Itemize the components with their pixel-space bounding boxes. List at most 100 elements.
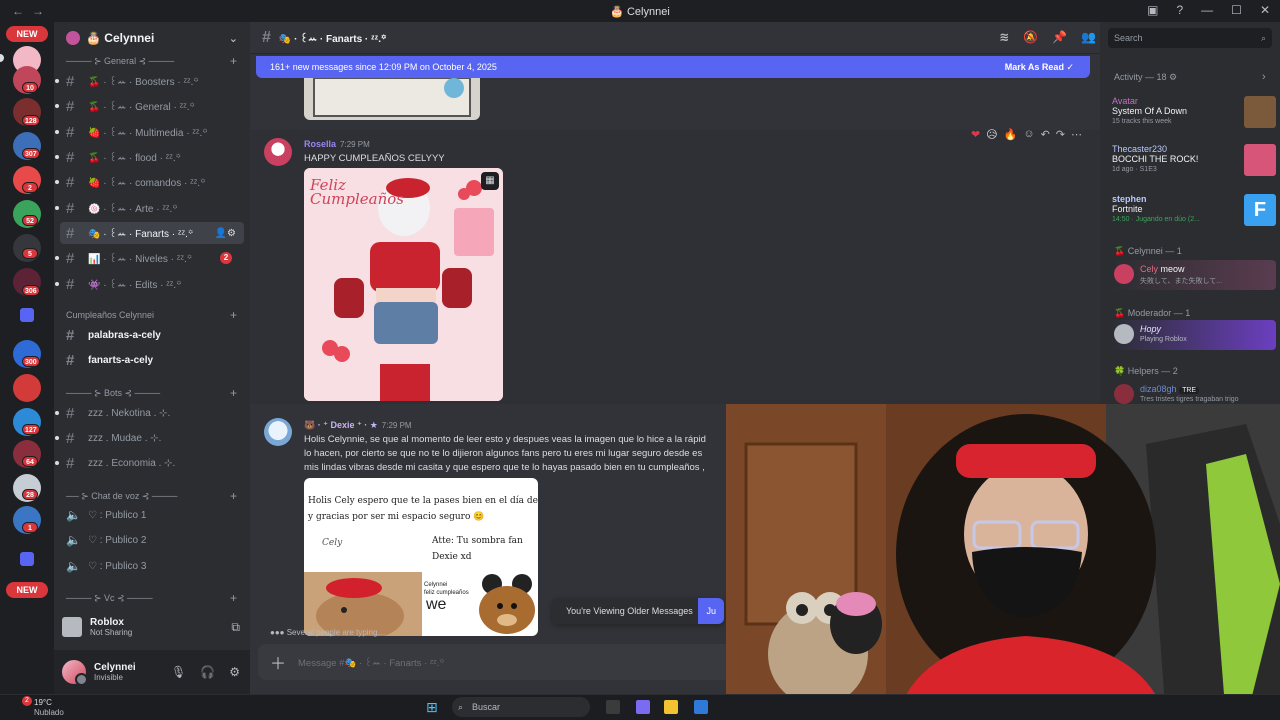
add-channel-icon[interactable]: + xyxy=(230,54,237,68)
close-button[interactable]: ✕ xyxy=(1260,3,1270,17)
gallery-icon[interactable]: ▦ xyxy=(481,172,499,190)
headphones-icon[interactable]: 🎧 xyxy=(200,665,215,679)
windows-start-icon[interactable]: ⊞ xyxy=(426,699,442,715)
older-messages-banner: You're Viewing Older Messages Ju xyxy=(552,598,724,624)
minimize-button[interactable]: — xyxy=(1201,3,1213,17)
gear-icon[interactable]: ⚙ xyxy=(229,665,240,679)
category-bots[interactable]: ──── ⊱ Bots ⊰ ──── + xyxy=(66,386,237,400)
maximize-button[interactable]: ☐ xyxy=(1231,3,1242,17)
voice-channel-publico-3[interactable]: 🔈 ♡ : Publico 3 xyxy=(60,555,244,577)
channel-settings-icons[interactable]: 👤⚙ xyxy=(215,228,236,239)
member-item[interactable]: Cely meow 失敗して、また失敗して... xyxy=(1110,260,1276,290)
letter-signature: Atte: Tu sombra fan xyxy=(432,536,523,546)
speaker-icon: 🔈 xyxy=(66,508,81,522)
channel-arte[interactable]: # 🍥 · ꒰ꕀ · Arte · ᶻᶻ.꙳ xyxy=(55,197,244,219)
message-author[interactable]: 🐻 · ⁺ Dexie ⁺ · ★ 7:29 PM xyxy=(304,420,412,431)
channel-general[interactable]: # 🍒 · ꒰ꕀ · General · ᶻᶻ.꙳ xyxy=(55,95,244,117)
guild-header[interactable]: 🎂 Celynnei ⌄ xyxy=(54,22,250,54)
task-view-icon[interactable] xyxy=(606,700,620,714)
member-list-icon[interactable]: 👥 xyxy=(1081,30,1096,44)
fire-reaction-icon[interactable]: 🔥 xyxy=(1004,128,1018,141)
user-panel: Celynnei Invisible 🎙 🎧 ⚙ xyxy=(54,650,250,694)
window-title: 🎂 Celynnei xyxy=(610,6,670,18)
member-name-text: diza08gh xyxy=(1140,384,1177,394)
file-explorer-icon[interactable] xyxy=(664,700,678,714)
add-reaction-icon[interactable]: ☺ xyxy=(1023,128,1034,141)
sad-reaction-icon[interactable]: 😥 xyxy=(986,128,997,141)
channel-label: 🍥 · ꒰ꕀ · Arte · ᶻᶻ.꙳ xyxy=(88,204,178,215)
folder-icon[interactable] xyxy=(20,308,34,322)
unread-dot xyxy=(55,104,59,108)
previous-image-attachment[interactable] xyxy=(304,77,480,120)
server-icon[interactable] xyxy=(13,374,41,402)
new-messages-bar[interactable]: 161+ new messages since 12:09 PM on Octo… xyxy=(256,56,1090,78)
new-unreads-pill-top[interactable]: NEW xyxy=(6,26,48,42)
channel-comandos[interactable]: # 🍓 · ꒰ꕀ · comandos · ᶻᶻ.꙳ xyxy=(55,171,244,193)
voice-channel-publico-2[interactable]: 🔈 ♡ : Publico 2 xyxy=(60,529,244,551)
channel-multimedia[interactable]: # 🍓 · ꒰ꕀ · Multimedia · ᶻᶻ.꙳ xyxy=(55,121,244,143)
channel-economia[interactable]: # zzz . Economia . ⊹. xyxy=(55,452,244,474)
forward-icon[interactable]: ↷ xyxy=(1056,128,1065,141)
channel-flood[interactable]: # 🍒 · ꒰ꕀ · flood · ᶻᶻ.꙳ xyxy=(55,146,244,168)
microphone-icon[interactable]: 🎙 xyxy=(171,665,186,679)
add-attachment-icon[interactable]: ＋ xyxy=(258,650,298,674)
avatar[interactable] xyxy=(264,138,292,166)
new-unreads-pill-bottom[interactable]: NEW xyxy=(6,582,48,598)
guild-icon xyxy=(66,31,80,45)
role-group-label: Helpers — 2 xyxy=(1127,366,1178,376)
add-channel-icon[interactable]: + xyxy=(230,489,237,503)
weather-widget[interactable]: 2 19°C Nublado xyxy=(14,696,64,718)
mention-badge: 2 xyxy=(22,182,38,193)
store-icon[interactable] xyxy=(694,700,708,714)
category-cumple[interactable]: Cumpleaños Celynnei + xyxy=(66,308,237,322)
threads-icon[interactable]: ≋ xyxy=(999,30,1009,44)
channel-boosters[interactable]: # 🍒 · ꒰ꕀ · Boosters · ᶻᶻ.꙳ xyxy=(55,70,244,92)
search-input[interactable]: Search ⌕ xyxy=(1108,28,1272,48)
message-author[interactable]: Rosella 7:29 PM xyxy=(304,139,370,149)
channel-fanarts[interactable]: # 🎭 · ꒰ꕀ · Fanarts · ᶻᶻ.꙳ 👤⚙ xyxy=(60,222,244,244)
avatar[interactable] xyxy=(62,660,88,686)
taskbar-search[interactable]: ⌕ Buscar xyxy=(452,697,590,717)
channel-palabras-a-cely[interactable]: # palabras-a-cely xyxy=(60,324,244,346)
avatar xyxy=(1114,324,1134,344)
mention-badge: 300 xyxy=(22,356,40,367)
letter-image[interactable]: Holis Cely espero que te la pases bien e… xyxy=(304,478,538,636)
fanart-image[interactable]: Feliz Cumpleaños ▦ xyxy=(304,168,503,401)
notification-bell-icon[interactable]: 🔕 xyxy=(1023,30,1038,44)
channel-edits[interactable]: # 👾 · ꒰ꕀ · Edits · ᶻᶻ.꙳ xyxy=(55,273,244,295)
avatar[interactable] xyxy=(264,418,292,446)
channel-niveles[interactable]: # 📊 · ꒰ꕀ · Niveles · ᶻᶻ.꙳ 2 xyxy=(55,247,244,269)
inbox-icon[interactable]: ▣ xyxy=(1147,3,1158,17)
add-channel-icon[interactable]: + xyxy=(230,591,237,605)
mark-as-read-button[interactable]: Mark As Read ✓ xyxy=(1005,62,1074,73)
help-icon[interactable]: ? xyxy=(1176,3,1183,17)
screen-share-icon[interactable]: ⧉ xyxy=(231,620,240,635)
pin-icon[interactable]: 📌 xyxy=(1052,30,1067,44)
member-item[interactable]: Hopy Playing Roblox xyxy=(1110,320,1276,350)
add-channel-icon[interactable]: + xyxy=(230,386,237,400)
category-general[interactable]: ──── ⊱ General ⊰ ──── + xyxy=(66,54,237,68)
folder-icon[interactable] xyxy=(20,552,34,566)
add-channel-icon[interactable]: + xyxy=(230,308,237,322)
voice-channel-publico-1[interactable]: 🔈 ♡ : Publico 1 xyxy=(60,504,244,526)
channel-nekotina[interactable]: # zzz . Nekotina . ⊹. xyxy=(55,402,244,424)
jump-to-present-button[interactable]: Ju xyxy=(698,598,724,624)
channel-fanarts-a-cely[interactable]: # fanarts-a-cely xyxy=(60,349,244,371)
search-placeholder: Search xyxy=(1114,33,1143,43)
category-vc[interactable]: ──── ⊱ Vc ⊰ ──── + xyxy=(66,591,237,605)
category-voz[interactable]: ── ⊱ Chat de voz ⊰ ──── + xyxy=(66,489,237,503)
member-name-text: Cely xyxy=(1140,264,1159,274)
member-tag: TRE xyxy=(1179,387,1200,394)
heart-reaction-icon[interactable]: ❤ xyxy=(971,128,980,141)
hamster-photo xyxy=(304,572,422,636)
mention-badge: 127 xyxy=(22,424,40,435)
message-text: HAPPY CUMPLEAÑOS CELYYY xyxy=(304,153,445,164)
channel-mudae[interactable]: # zzz . Mudae . ⊹. xyxy=(55,427,244,449)
more-options-icon[interactable]: ⋯ xyxy=(1071,128,1082,141)
role-group-header: 🍒 Moderador — 1 xyxy=(1114,308,1191,318)
reply-icon[interactable]: ↶ xyxy=(1041,128,1050,141)
hash-icon: # xyxy=(66,97,75,115)
activity-header[interactable]: Activity — 18 ⚙ › xyxy=(1114,71,1266,83)
channel-label: 🍒 · ꒰ꕀ · Boosters · ᶻᶻ.꙳ xyxy=(88,77,199,88)
copilot-icon[interactable] xyxy=(636,700,650,714)
